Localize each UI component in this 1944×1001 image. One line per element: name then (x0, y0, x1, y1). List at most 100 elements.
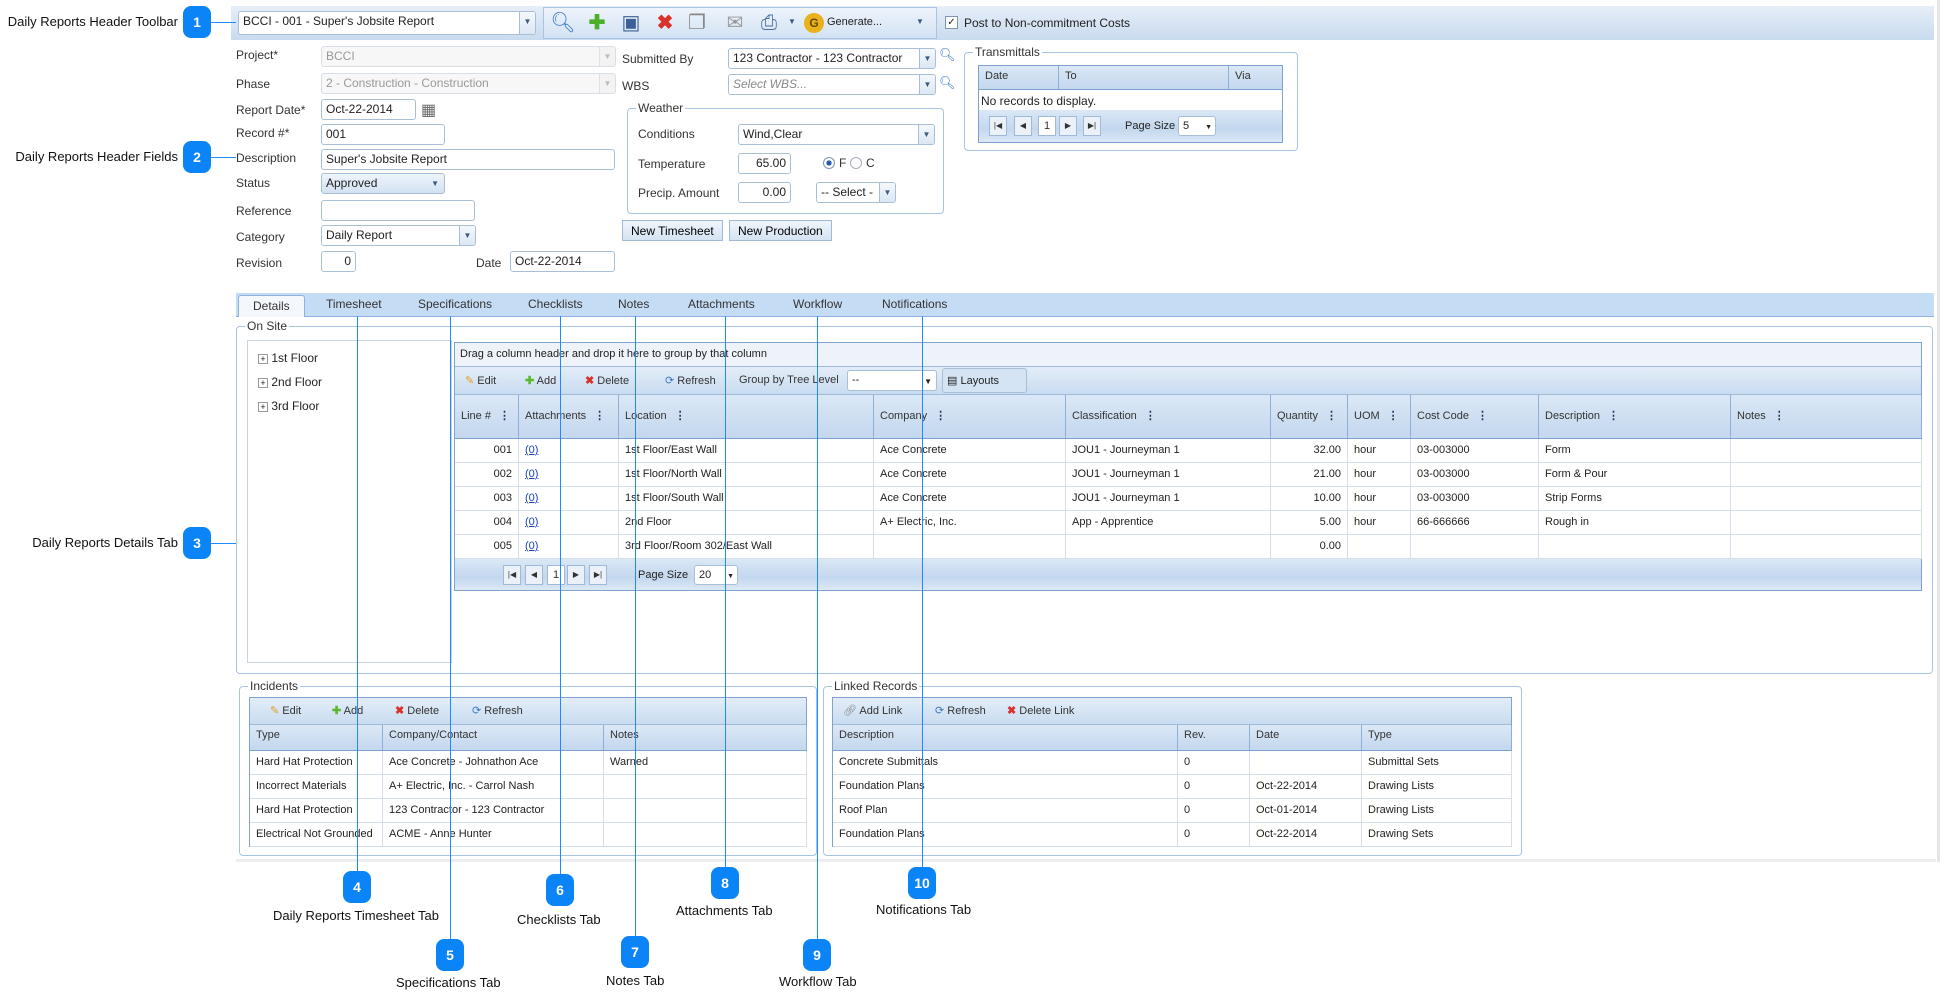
scrollbar[interactable] (1937, 0, 1940, 862)
calendar-icon[interactable]: ▦ (421, 100, 436, 120)
report-date-field[interactable]: Oct-22-2014 (321, 99, 416, 120)
column-header[interactable]: Cost Code ⋮ (1411, 395, 1539, 438)
search-icon[interactable]: 🔍︎ (939, 47, 956, 63)
first-page-icon[interactable]: |◀ (989, 116, 1007, 136)
table-row[interactable]: Incorrect Materials A+ Electric, Inc. - C… (250, 775, 807, 799)
page-size-select[interactable]: 20 ▼ (694, 565, 738, 585)
column-header-date[interactable]: Date (979, 66, 1059, 89)
refresh-button[interactable]: ⟳ Refresh (665, 374, 716, 387)
print-icon[interactable]: ⎙ (754, 8, 784, 38)
reference-field[interactable] (321, 200, 475, 221)
column-menu-icon[interactable]: ⋮ (594, 410, 605, 422)
page-number[interactable]: 1 (547, 565, 565, 585)
search-icon[interactable]: 🔍︎ (939, 75, 956, 91)
layouts-button[interactable]: ▤ Layouts (942, 368, 1027, 393)
tab-timesheet[interactable]: Timesheet (326, 297, 382, 311)
next-page-icon[interactable]: ▶ (1059, 116, 1077, 136)
wbs-select[interactable]: Select WBS... ▼ (728, 74, 936, 95)
tab-attachments[interactable]: Attachments (688, 297, 755, 311)
column-header[interactable]: Attachments ⋮ (519, 395, 619, 438)
first-page-icon[interactable]: |◀ (503, 565, 521, 585)
tab-workflow[interactable]: Workflow (793, 297, 842, 311)
column-header[interactable]: Location ⋮ (619, 395, 874, 438)
table-row[interactable]: 003 (0) 1st Floor/South Wall Ace Concrete JO… (455, 487, 1922, 511)
column-menu-icon[interactable]: ⋮ (675, 410, 686, 422)
prev-page-icon[interactable]: ◀ (525, 565, 543, 585)
tab-details[interactable]: Details (238, 295, 305, 317)
tree-node[interactable]: + 1st Floor (258, 351, 318, 365)
tree-node[interactable]: + 2nd Floor (258, 375, 322, 389)
column-header[interactable]: Type (1362, 725, 1512, 750)
table-row[interactable]: Hard Hat Protection Ace Concrete - Johnat… (250, 751, 807, 775)
email-icon[interactable]: ✉ (720, 8, 750, 38)
copy-icon[interactable]: ❐ (682, 8, 712, 38)
tab-checklists[interactable]: Checklists (528, 297, 583, 311)
post-checkbox[interactable]: ✓ (945, 16, 958, 29)
column-header[interactable]: Description ⋮ (1539, 395, 1731, 438)
status-select[interactable]: Approved ▼ (321, 173, 445, 194)
table-cell[interactable]: (0) (519, 487, 619, 511)
tab-notes[interactable]: Notes (618, 297, 649, 311)
group-drop-area[interactable]: Drag a column header and drop it here to… (455, 343, 1921, 367)
revision-field[interactable]: 0 (321, 251, 356, 272)
unit-c-radio[interactable] (850, 157, 862, 169)
save-icon[interactable]: ▣ (616, 8, 646, 38)
tab-notifications[interactable]: Notifications (882, 297, 947, 311)
add-link-button[interactable]: 🔗︎ Add Link (843, 704, 902, 717)
temperature-field[interactable]: 65.00 (738, 153, 791, 174)
category-select[interactable]: Daily Report ▼ (321, 225, 476, 246)
unit-f-radio[interactable] (823, 157, 835, 169)
table-row[interactable]: Foundation Plans 0 Oct-22-2014 Drawing List… (833, 775, 1512, 799)
description-field[interactable]: Super's Jobsite Report (321, 149, 615, 170)
column-menu-icon[interactable]: ⋮ (1774, 410, 1785, 422)
column-header[interactable]: Description (833, 725, 1178, 750)
group-by-select[interactable]: -- ▼ (847, 370, 937, 391)
new-icon[interactable]: ✚ (582, 8, 612, 38)
delete-link-button[interactable]: ✖ Delete Link (1007, 704, 1074, 717)
column-header-via[interactable]: Via (1229, 66, 1284, 89)
table-row[interactable]: Electrical Not Grounded ACME - Anne Hunte… (250, 823, 807, 847)
prev-page-icon[interactable]: ◀ (1014, 116, 1032, 136)
last-page-icon[interactable]: ▶| (1083, 116, 1101, 136)
print-dropdown-icon[interactable]: ▼ (788, 17, 796, 26)
record-field[interactable]: 001 (321, 124, 445, 145)
table-row[interactable]: 002 (0) 1st Floor/North Wall Ace Concrete JO… (455, 463, 1922, 487)
page-number[interactable]: 1 (1038, 116, 1056, 136)
submitted-by-select[interactable]: 123 Contractor - 123 Contractor ▼ (728, 48, 936, 69)
column-menu-icon[interactable]: ⋮ (1477, 410, 1488, 422)
date-field[interactable]: Oct-22-2014 (510, 251, 615, 272)
precip-field[interactable]: 0.00 (738, 182, 791, 203)
edit-button[interactable]: ✎ Edit (465, 374, 496, 387)
column-menu-icon[interactable]: ⋮ (1388, 410, 1399, 422)
precip-unit-select[interactable]: -- Select - ▼ (816, 182, 896, 203)
column-header[interactable]: Line # ⋮ (455, 395, 519, 438)
table-row[interactable]: Foundation Plans 0 Oct-22-2014 Drawing Sets (833, 823, 1512, 847)
column-menu-icon[interactable]: ⋮ (499, 410, 510, 422)
add-button[interactable]: ✚ Add (525, 374, 556, 387)
delete-icon[interactable]: ✖ (650, 8, 680, 38)
column-header[interactable]: UOM ⋮ (1348, 395, 1411, 438)
last-page-icon[interactable]: ▶| (589, 565, 607, 585)
search-icon[interactable]: 🔍︎ (548, 8, 578, 38)
new-production-button[interactable]: New Production (729, 220, 832, 241)
column-menu-icon[interactable]: ⋮ (1608, 410, 1619, 422)
table-cell[interactable]: (0) (519, 535, 619, 559)
table-row[interactable]: Hard Hat Protection 123 Contractor - 123 … (250, 799, 807, 823)
chevron-down-icon[interactable]: ▼ (519, 12, 535, 34)
generate-dropdown-icon[interactable]: ▼ (916, 17, 924, 26)
column-header[interactable]: Company/Contact (383, 725, 604, 750)
page-size-select[interactable]: 5 ▼ (1178, 116, 1216, 136)
column-header[interactable]: Type (250, 725, 383, 750)
column-header[interactable]: Classification ⋮ (1066, 395, 1271, 438)
new-timesheet-button[interactable]: New Timesheet (622, 220, 723, 241)
column-header[interactable]: Quantity ⋮ (1271, 395, 1348, 438)
table-row[interactable]: 004 (0) 2nd Floor A+ Electric, Inc. App - Ap… (455, 511, 1922, 535)
generate-icon[interactable]: G (804, 13, 824, 33)
delete-button[interactable]: ✖ Delete (395, 704, 439, 717)
table-cell[interactable]: (0) (519, 439, 619, 463)
record-select[interactable]: BCCI - 001 - Super's Jobsite Report ▼ (238, 11, 536, 35)
table-cell[interactable]: (0) (519, 463, 619, 487)
conditions-select[interactable]: Wind,Clear ▼ (738, 124, 935, 145)
column-menu-icon[interactable]: ⋮ (1145, 410, 1156, 422)
column-header[interactable]: Company ⋮ (874, 395, 1066, 438)
